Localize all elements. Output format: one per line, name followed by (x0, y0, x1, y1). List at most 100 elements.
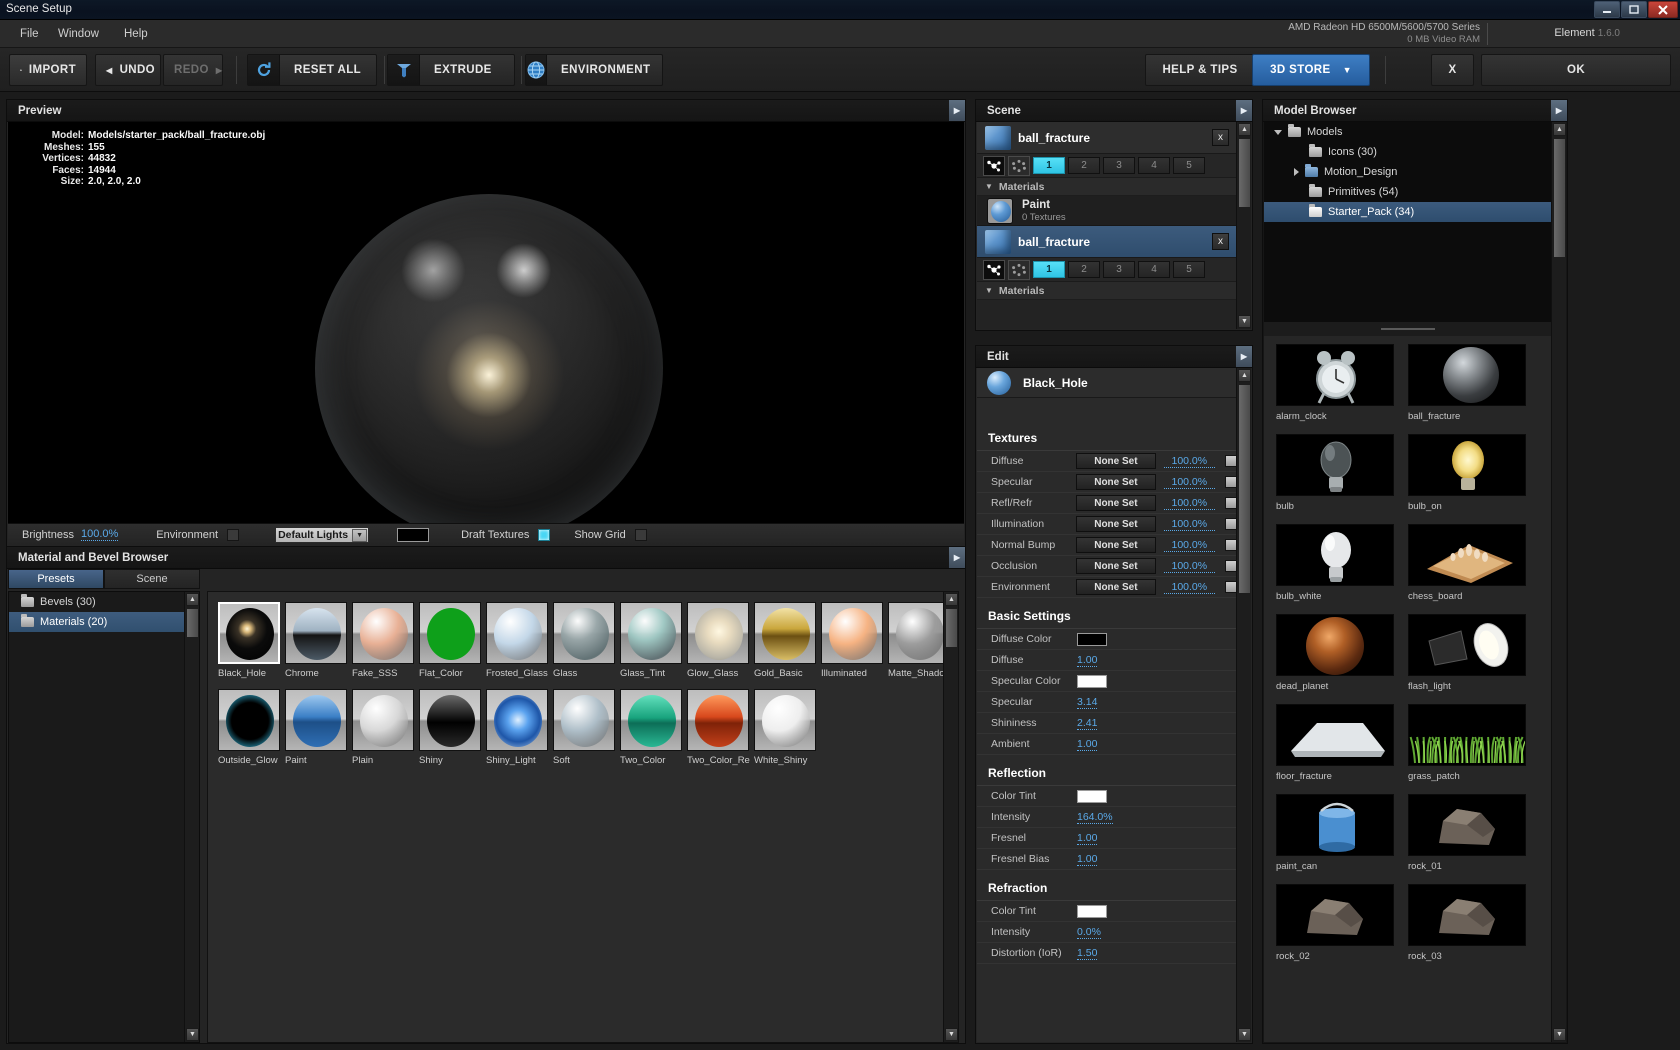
materials-section-header[interactable]: ▼ Materials (977, 282, 1237, 300)
model-tree-item[interactable]: Icons (30) (1264, 142, 1552, 162)
group-button-2[interactable]: 2 (1068, 157, 1100, 174)
material-swatch[interactable]: Soft (553, 689, 620, 766)
property-value[interactable]: 1.50 (1077, 947, 1098, 960)
model-thumbnail-image[interactable] (1276, 704, 1394, 766)
scroll-up-icon[interactable]: ▲ (1238, 123, 1251, 136)
group-button-5[interactable]: 5 (1173, 261, 1205, 278)
texture-percent-value[interactable]: 100.0% (1163, 539, 1216, 552)
model-thumbnail-cell[interactable]: alarm_clock (1276, 344, 1400, 422)
material-swatch-thumb[interactable] (553, 689, 615, 751)
scroll-up-icon[interactable]: ▲ (186, 593, 199, 606)
model-thumbnail-cell[interactable]: bulb_white (1276, 524, 1400, 602)
material-swatch-thumb[interactable] (888, 602, 950, 664)
material-swatch[interactable]: Chrome (285, 602, 352, 679)
material-swatch-thumb[interactable] (754, 689, 816, 751)
chevron-down-icon[interactable] (1274, 129, 1282, 135)
reset-all-button[interactable]: RESET ALL (247, 54, 377, 86)
material-swatch-thumb[interactable] (821, 602, 883, 664)
texture-percent-value[interactable]: 100.0% (1163, 497, 1216, 510)
import-button[interactable]: IMPORT (9, 54, 87, 86)
light-color-swatch[interactable] (397, 527, 430, 542)
property-value[interactable]: 2.41 (1077, 717, 1098, 730)
environment-checkbox[interactable] (227, 528, 240, 541)
model-browser-collapse-button[interactable]: ▶ (1551, 100, 1567, 121)
material-swatch-thumb[interactable] (419, 689, 481, 751)
material-swatch[interactable]: Plain (352, 689, 419, 766)
material-swatch-thumb[interactable] (352, 689, 414, 751)
particle-icon[interactable] (983, 259, 1005, 280)
model-thumbnail-image[interactable] (1276, 434, 1394, 496)
material-swatch-thumb[interactable] (687, 689, 749, 751)
material-swatch[interactable]: Two_Color (620, 689, 687, 766)
property-value[interactable]: 1.00 (1077, 832, 1098, 845)
scroll-down-icon[interactable]: ▼ (1553, 1028, 1566, 1041)
menu-file[interactable]: File (14, 26, 45, 42)
material-swatch-thumb[interactable] (754, 602, 816, 664)
remove-object-button[interactable]: x (1212, 233, 1229, 250)
replicator-icon[interactable] (1008, 259, 1030, 280)
redo-button[interactable]: REDO ▶ (163, 54, 223, 86)
material-swatch[interactable]: Shiny_Light (486, 689, 553, 766)
color-swatch[interactable] (1077, 632, 1107, 646)
material-swatch[interactable]: White_Shiny (754, 689, 821, 766)
close-button[interactable] (1648, 1, 1678, 18)
model-tree-item[interactable]: Motion_Design (1264, 162, 1552, 182)
group-button-4[interactable]: 4 (1138, 261, 1170, 278)
material-swatch[interactable]: Glass_Tint (620, 602, 687, 679)
material-grid-scrollbar[interactable]: ▲ ▼ (943, 592, 958, 1042)
scene-object-row[interactable]: ball_fracture x (977, 226, 1237, 258)
model-thumbnail-image[interactable] (1408, 524, 1526, 586)
model-thumbnail-cell[interactable]: bulb_on (1408, 434, 1532, 512)
material-swatch-thumb[interactable] (687, 602, 749, 664)
color-swatch[interactable] (1077, 904, 1107, 918)
material-swatch[interactable]: Paint (285, 689, 352, 766)
scroll-down-icon[interactable]: ▼ (945, 1028, 958, 1041)
material-swatch[interactable]: Frosted_Glass (486, 602, 553, 679)
scene-scrollbar[interactable]: ▲ ▼ (1236, 122, 1251, 329)
texture-percent-value[interactable]: 100.0% (1163, 455, 1216, 468)
property-value[interactable]: 0.0% (1077, 926, 1101, 939)
texture-slot-button[interactable]: None Set (1076, 558, 1156, 574)
material-swatch-thumb[interactable] (486, 602, 548, 664)
color-swatch[interactable] (1077, 674, 1107, 688)
edit-collapse-button[interactable]: ▶ (1236, 346, 1252, 367)
material-swatch-thumb[interactable] (218, 602, 280, 664)
tree-item-bevels[interactable]: Bevels (30) (9, 592, 199, 612)
minimize-button[interactable] (1594, 1, 1620, 18)
draft-textures-checkbox[interactable] (538, 528, 551, 541)
material-swatch-thumb[interactable] (486, 689, 548, 751)
menu-window[interactable]: Window (52, 26, 105, 42)
group-button-3[interactable]: 3 (1103, 157, 1135, 174)
model-thumbnail-image[interactable] (1408, 884, 1526, 946)
tree-item-materials[interactable]: Materials (20) (9, 612, 199, 632)
property-value[interactable]: 3.14 (1077, 696, 1098, 709)
menu-help[interactable]: Help (118, 26, 154, 42)
material-swatch[interactable]: Illuminated (821, 602, 888, 679)
model-thumbnail-image[interactable] (1276, 794, 1394, 856)
texture-slot-button[interactable]: None Set (1076, 495, 1156, 511)
scroll-up-icon[interactable]: ▲ (945, 593, 958, 606)
material-swatch[interactable]: Black_Hole (218, 602, 285, 679)
scroll-down-icon[interactable]: ▼ (1238, 315, 1251, 328)
model-thumbnail-cell[interactable]: rock_03 (1408, 884, 1532, 962)
model-thumbnail-cell[interactable]: ball_fracture (1408, 344, 1532, 422)
scroll-up-icon[interactable]: ▲ (1553, 123, 1566, 136)
model-thumbnail-cell[interactable]: rock_01 (1408, 794, 1532, 872)
texture-percent-value[interactable]: 100.0% (1163, 581, 1216, 594)
model-thumbnail-cell[interactable]: grass_patch (1408, 704, 1532, 782)
model-thumbnail-image[interactable] (1276, 614, 1394, 676)
extrude-button[interactable]: EXTRUDE (387, 54, 515, 86)
texture-slot-button[interactable]: None Set (1076, 474, 1156, 490)
property-value[interactable]: 1.00 (1077, 853, 1098, 866)
scene-object-row[interactable]: ball_fracture x (977, 122, 1237, 154)
model-thumbnail-image[interactable] (1276, 344, 1394, 406)
preview-collapse-button[interactable]: ▶ (949, 100, 965, 121)
material-swatch-thumb[interactable] (620, 602, 682, 664)
group-button-2[interactable]: 2 (1068, 261, 1100, 278)
material-swatch[interactable]: Outside_Glow (218, 689, 285, 766)
show-grid-checkbox[interactable] (634, 528, 647, 541)
material-swatch[interactable]: Glow_Glass (687, 602, 754, 679)
model-thumbnail-image[interactable] (1276, 884, 1394, 946)
ok-button[interactable]: OK (1481, 54, 1671, 86)
group-button-4[interactable]: 4 (1138, 157, 1170, 174)
